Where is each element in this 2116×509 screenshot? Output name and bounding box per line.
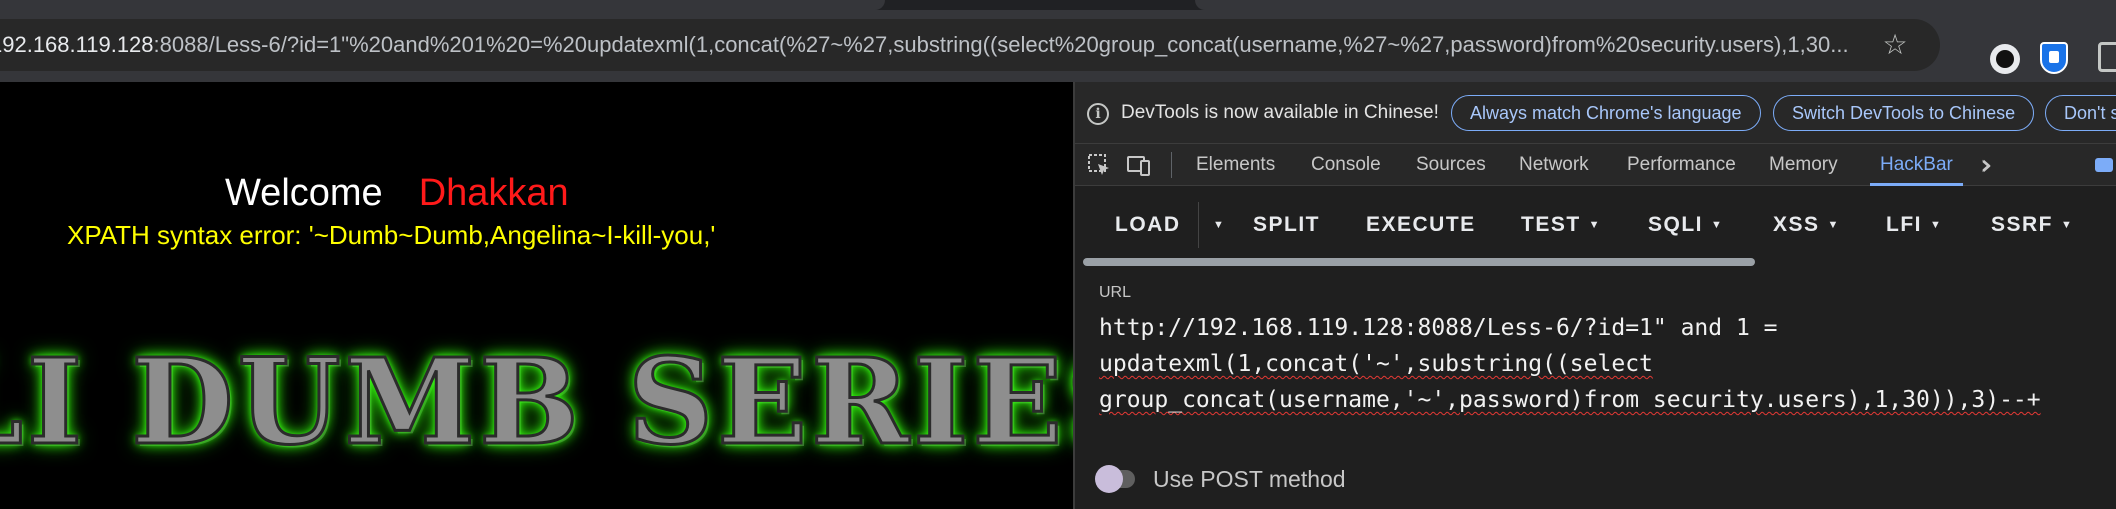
test-menu-button[interactable]: TEST ▼ (1521, 186, 1601, 264)
toolbar-separator (1171, 152, 1172, 178)
series-banner: LI DUMB SERIES (0, 331, 1073, 473)
url-line: updatexml(1,concat('~',substring((select (1099, 351, 1653, 377)
welcome-text: Welcome (225, 172, 383, 214)
split-button[interactable]: SPLIT (1253, 186, 1320, 264)
scrollbar-thumb[interactable] (1083, 258, 1755, 266)
feedback-chat-icon[interactable] (2095, 158, 2113, 172)
post-method-toggle[interactable] (1095, 465, 1135, 493)
toolbar: 192.168.119.128:8088/Less-6/?id=1"%20and… (0, 10, 2116, 82)
tab-sources[interactable]: Sources (1416, 144, 1486, 186)
bookmark-star-icon[interactable]: ☆ (1880, 30, 1910, 60)
switch-to-chinese-button[interactable]: Switch DevTools to Chinese (1773, 95, 2035, 131)
always-match-language-button[interactable]: Always match Chrome's language (1451, 95, 1761, 131)
extensions-puzzle-icon[interactable] (2098, 42, 2116, 72)
toggle-knob[interactable] (1095, 465, 1123, 493)
tab-performance[interactable]: Performance (1627, 144, 1736, 186)
sqli-menu-label: SQLI (1648, 213, 1704, 236)
url-path: :8088/Less-6/?id=1"%20and%201%20=%20upda… (153, 32, 1849, 57)
load-dropdown-chevron-icon[interactable]: ▼ (1205, 186, 1225, 264)
ssrf-menu-label: SSRF (1991, 213, 2054, 236)
xss-menu-label: XSS (1773, 213, 1820, 236)
lfi-menu-button[interactable]: LFI ▼ (1886, 186, 1942, 264)
devtools-tab-bar: Elements Console Sources Network Perform… (1075, 144, 2116, 186)
extension-circle-icon[interactable] (1990, 44, 2020, 74)
post-method-label: Use POST method (1153, 466, 1346, 492)
chevron-down-icon: ▼ (1588, 219, 1602, 231)
tab-console[interactable]: Console (1311, 144, 1381, 186)
tab-network[interactable]: Network (1519, 144, 1589, 186)
lfi-menu-label: LFI (1886, 213, 1922, 236)
more-tabs-chevron-icon[interactable]: ›› (1980, 148, 1994, 182)
xpath-error-message: XPATH syntax error: '~Dumb~Dumb,Angelina… (67, 220, 716, 250)
toolbar-scrollbar[interactable] (1075, 258, 2116, 268)
welcome-name: Dhakkan (418, 172, 569, 214)
tab-strip (0, 0, 2116, 10)
browser-tab[interactable] (1195, 0, 2116, 10)
url-line: group_concat(username,'~',password)from … (1099, 387, 2041, 413)
inspect-element-icon[interactable] (1087, 153, 1111, 177)
url-line: http://192.168.119.128:8088/Less-6/?id=1… (1099, 315, 1778, 341)
info-icon: i (1087, 103, 1109, 125)
info-bar-text: DevTools is now available in Chinese! (1121, 102, 1439, 123)
url-label: URL (1099, 284, 1132, 301)
tab-memory[interactable]: Memory (1769, 144, 1838, 186)
extension-shield-icon[interactable] (2040, 42, 2068, 74)
url-host: 192.168.119.128 (0, 32, 154, 57)
xss-menu-button[interactable]: XSS ▼ (1773, 186, 1840, 264)
tab-hackbar[interactable]: HackBar (1870, 144, 1963, 186)
chevron-down-icon: ▼ (1930, 219, 1943, 231)
execute-button[interactable]: EXECUTE (1366, 186, 1476, 264)
welcome-line: Welcome Dhakkan (225, 172, 569, 215)
browser-tab[interactable] (0, 0, 885, 10)
address-bar[interactable]: 192.168.119.128:8088/Less-6/?id=1"%20and… (0, 19, 1940, 71)
load-button[interactable]: LOAD (1115, 186, 1181, 264)
test-menu-label: TEST (1521, 213, 1581, 236)
language-info-bar: i DevTools is now available in Chinese! … (1075, 82, 2116, 144)
sqli-menu-button[interactable]: SQLI ▼ (1648, 186, 1723, 264)
tab-elements[interactable]: Elements (1196, 144, 1275, 186)
ssrf-menu-button[interactable]: SSRF ▼ (1991, 186, 2073, 264)
url-textarea[interactable]: http://192.168.119.128:8088/Less-6/?id=1… (1099, 310, 2109, 418)
chevron-down-icon: ▼ (1711, 219, 1724, 231)
device-toolbar-icon[interactable] (1127, 153, 1151, 177)
dont-show-again-button[interactable]: Don't s (2045, 95, 2116, 131)
chevron-down-icon: ▼ (2061, 219, 2074, 231)
web-page: Welcome Dhakkan XPATH syntax error: '~Dum… (0, 82, 1073, 509)
load-divider (1198, 202, 1199, 248)
address-bar-text[interactable]: 192.168.119.128:8088/Less-6/?id=1"%20and… (0, 19, 1849, 71)
devtools-panel: i DevTools is now available in Chinese! … (1073, 82, 2116, 509)
chevron-down-icon: ▼ (1827, 219, 1840, 231)
hackbar-toolbar: LOAD ▼ SPLIT EXECUTE TEST ▼ SQLI ▼ XSS ▼ LF… (1075, 186, 2116, 264)
